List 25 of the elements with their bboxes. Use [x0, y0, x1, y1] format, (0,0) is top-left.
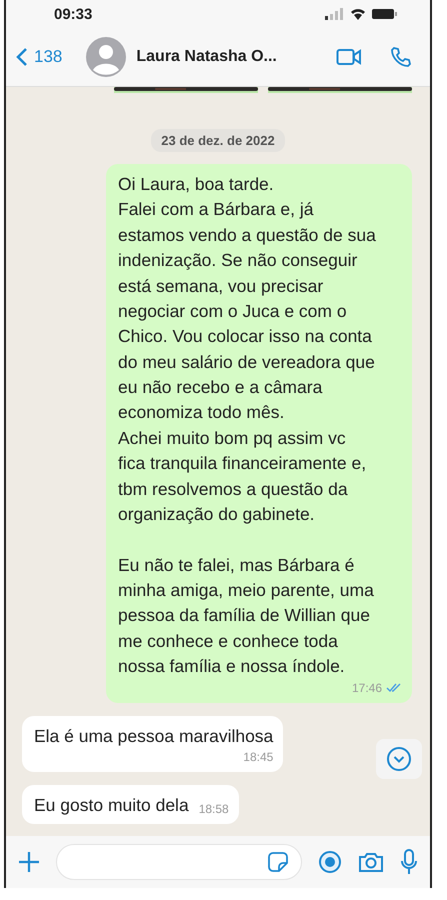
back-button[interactable]: 138	[16, 47, 62, 67]
message-text: Oi Laura, boa tarde. Falei com a Bárbara e, já estamos vendo a questão de sua indenização. Se não conseguir está semana, vou precisar negociar com o Juca e com o Chico. Vou colocar isso na conta do meu salário de vereadora que eu não recebo e a câmara economiza todo mês. Achei muito bom pq assim vc fica tranquila financeiramente e, tbm resolvemos a questão da organização do gabinete. Eu não te falei, mas Bárbara é minha amiga, meio parente, uma pessoa da família de Willian que me conhece e conhece toda nossa família e nossa índole.	[118, 173, 377, 678]
message-input-field[interactable]	[56, 844, 302, 880]
message-time: 17:46	[352, 680, 382, 696]
message-text: Eu gosto muito dela	[34, 794, 189, 817]
sticker-icon[interactable]	[267, 851, 289, 873]
message-time: 18:45	[243, 748, 274, 766]
message-time: 18:58	[198, 800, 229, 818]
phone-icon[interactable]	[390, 46, 412, 68]
microphone-icon[interactable]	[400, 849, 418, 875]
status-time: 09:33	[54, 6, 92, 22]
wifi-icon	[350, 8, 366, 20]
battery-icon	[372, 8, 398, 20]
contact-name[interactable]: Laura Natasha O...	[136, 48, 326, 66]
avatar-icon[interactable]	[86, 37, 126, 77]
chevron-left-icon	[16, 47, 28, 67]
scroll-down-button[interactable]	[376, 738, 422, 779]
chevron-down-icon	[386, 746, 412, 772]
date-separator: 23 de dez. de 2022	[151, 129, 285, 152]
camera-icon[interactable]	[358, 851, 384, 873]
payment-icon[interactable]	[318, 850, 342, 874]
plus-icon[interactable]	[18, 851, 40, 873]
message-text: Ela é uma pessoa maravilhosa	[34, 724, 274, 748]
video-call-icon[interactable]	[336, 48, 362, 66]
signal-icon	[324, 8, 344, 20]
